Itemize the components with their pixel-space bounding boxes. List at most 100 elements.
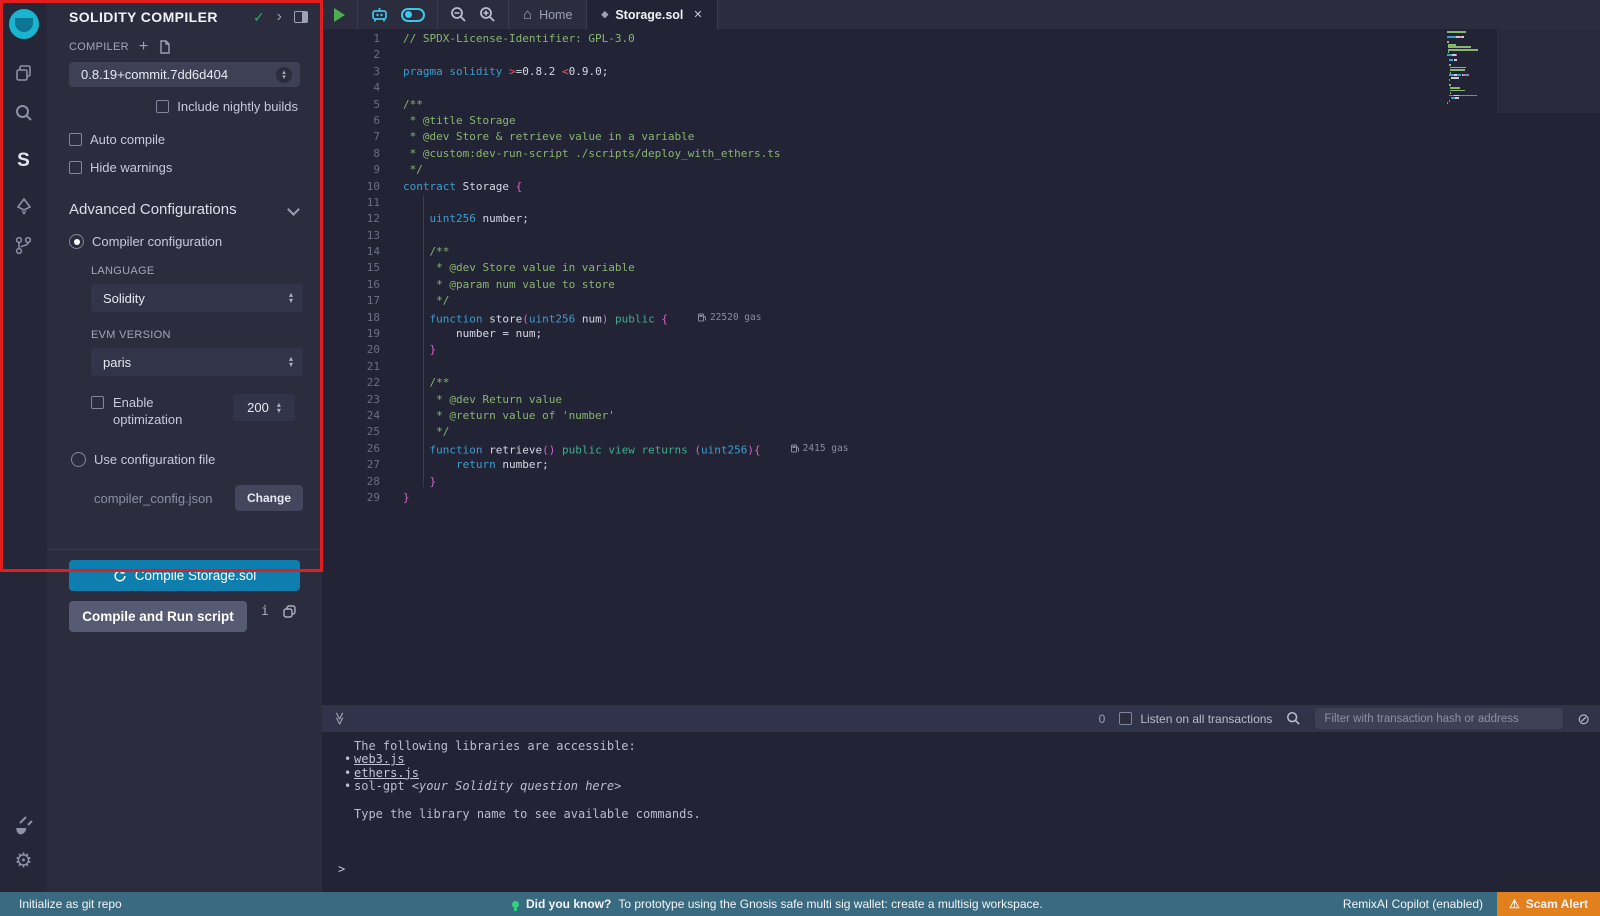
code-line[interactable]: 23 * @dev Return value: [322, 392, 1600, 408]
zoom-out-icon[interactable]: [450, 6, 467, 23]
copilot-robot-icon[interactable]: [370, 6, 389, 23]
search-icon[interactable]: [0, 93, 47, 133]
expand-terminal-icon[interactable]: ≫: [331, 712, 346, 726]
copilot-status[interactable]: RemixAI Copilot (enabled): [1343, 897, 1483, 911]
code-line[interactable]: 11: [322, 195, 1600, 211]
hide-warnings-label: Hide warnings: [90, 160, 172, 175]
chevron-right-icon[interactable]: ›: [277, 8, 282, 26]
close-tab-icon[interactable]: ✕: [693, 8, 702, 21]
block-icon[interactable]: ⊘: [1577, 710, 1590, 728]
init-git-repo-button[interactable]: Initialize as git repo: [0, 897, 122, 911]
run-script-button[interactable]: [322, 0, 358, 29]
language-select[interactable]: Solidity ▴▾: [91, 284, 303, 312]
code-line[interactable]: 17 */: [322, 293, 1600, 309]
search-transactions-icon[interactable]: [1286, 711, 1301, 726]
terminal-output[interactable]: The following libraries are accessible: …: [322, 732, 1600, 892]
tip-bold: Did you know?: [526, 897, 611, 911]
remix-logo-icon[interactable]: [9, 9, 39, 39]
code-line[interactable]: 25 */: [322, 424, 1600, 440]
evm-version-value: paris: [103, 355, 289, 370]
code-line[interactable]: 24 * @return value of 'number': [322, 408, 1600, 424]
copilot-toggle[interactable]: [401, 8, 425, 22]
code-line[interactable]: 4: [322, 80, 1600, 96]
scam-alert-button[interactable]: ⚠ Scam Alert: [1497, 892, 1600, 916]
status-bar: Initialize as git repo Did you know? To …: [0, 892, 1600, 916]
info-icon[interactable]: i: [261, 604, 269, 619]
compile-button[interactable]: Compile Storage.sol: [69, 560, 300, 591]
code-line[interactable]: 19 number = num;: [322, 326, 1600, 342]
change-config-button[interactable]: Change: [235, 485, 303, 511]
code-line[interactable]: 6 * @title Storage: [322, 113, 1600, 129]
optimization-runs-input[interactable]: 200 ▴▾: [233, 394, 295, 421]
line-number: 10: [322, 179, 380, 195]
evm-version-select[interactable]: paris ▴▾: [91, 348, 303, 376]
terminal-library-item[interactable]: ethers.js: [338, 767, 1600, 780]
select-caret-icon: ▴▾: [276, 67, 292, 83]
git-icon[interactable]: [0, 225, 47, 265]
pin-panel-icon[interactable]: [294, 11, 308, 23]
code-line[interactable]: 1// SPDX-License-Identifier: GPL-3.0: [322, 31, 1600, 47]
code-line[interactable]: 10contract Storage {: [322, 179, 1600, 195]
code-lines: 1// SPDX-License-Identifier: GPL-3.023pr…: [322, 29, 1600, 506]
main-area: ⌂ Home ◆ Storage.sol ✕ 1// SPDX-License-…: [322, 0, 1600, 892]
enable-optimization-label: Enable optimization: [113, 394, 205, 428]
active-plugin-indicator: [0, 144, 3, 178]
code-line[interactable]: 9 */: [322, 162, 1600, 178]
enable-optimization-checkbox[interactable]: [91, 396, 104, 409]
evm-version-label: EVM VERSION: [91, 329, 322, 341]
code-line[interactable]: 16 * @param num value to store: [322, 277, 1600, 293]
compiler-version-select[interactable]: 0.8.19+commit.7dd6d404 ▴▾: [69, 62, 300, 87]
code-line[interactable]: 27 return number;: [322, 457, 1600, 473]
settings-gear-icon[interactable]: ⚙: [0, 840, 47, 880]
code-line[interactable]: 28 }: [322, 474, 1600, 490]
config-file-name[interactable]: compiler_config.json: [94, 491, 235, 506]
code-line[interactable]: 7 * @dev Store & retrieve value in a var…: [322, 129, 1600, 145]
filter-transactions-input[interactable]: [1315, 708, 1563, 729]
code-line[interactable]: 14 /**: [322, 244, 1600, 260]
open-file-icon[interactable]: [158, 40, 172, 54]
line-number: 8: [322, 146, 380, 162]
tab-storage-sol[interactable]: ◆ Storage.sol ✕: [587, 0, 717, 29]
file-explorer-icon[interactable]: [0, 53, 47, 93]
code-line[interactable]: 2: [322, 47, 1600, 63]
terminal-prompt[interactable]: >: [338, 863, 345, 876]
code-line[interactable]: 13: [322, 228, 1600, 244]
code-line[interactable]: 3pragma solidity >=0.8.2 <0.9.0;: [322, 64, 1600, 80]
plugin-manager-icon[interactable]: [0, 805, 47, 845]
optimization-runs-value: 200: [247, 400, 269, 415]
line-number: 4: [322, 80, 380, 96]
minimap-slider[interactable]: [1497, 29, 1600, 113]
add-compiler-icon[interactable]: +: [139, 42, 148, 52]
code-line[interactable]: 18 function store(uint256 num) public {2…: [322, 310, 1600, 326]
code-line[interactable]: 8 * @custom:dev-run-script ./scripts/dep…: [322, 146, 1600, 162]
code-line[interactable]: 12 uint256 number;: [322, 211, 1600, 227]
zoom-in-icon[interactable]: [479, 6, 496, 23]
line-number: 29: [322, 490, 380, 506]
code-line[interactable]: 22 /**: [322, 375, 1600, 391]
code-line[interactable]: 26 function retrieve() public view retur…: [322, 441, 1600, 457]
hide-warnings-checkbox[interactable]: [69, 161, 82, 174]
copy-icon[interactable]: [283, 605, 296, 618]
auto-compile-checkbox[interactable]: [69, 133, 82, 146]
tab-home[interactable]: ⌂ Home: [509, 0, 587, 29]
compiler-config-radio[interactable]: [69, 234, 84, 249]
code-line[interactable]: 15 * @dev Store value in variable: [322, 260, 1600, 276]
nightly-builds-checkbox[interactable]: [156, 100, 169, 113]
advanced-config-title[interactable]: Advanced Configurations: [69, 201, 289, 218]
terminal-library-item[interactable]: web3.js: [338, 753, 1600, 766]
line-number: 14: [322, 244, 380, 260]
solidity-compiler-icon[interactable]: S: [0, 141, 47, 181]
code-line[interactable]: 21: [322, 359, 1600, 375]
chevron-down-icon[interactable]: [287, 203, 300, 216]
code-line[interactable]: 20 }: [322, 342, 1600, 358]
stepper-arrows-icon[interactable]: ▴▾: [277, 402, 281, 414]
code-line[interactable]: 29}: [322, 490, 1600, 506]
terminal-toolbar: ≫ 0 Listen on all transactions ⊘: [322, 705, 1600, 732]
deploy-run-icon[interactable]: [0, 187, 47, 227]
tip-text: To prototype using the Gnosis safe multi…: [618, 897, 1042, 911]
code-line[interactable]: 5/**: [322, 97, 1600, 113]
use-config-file-radio[interactable]: [71, 452, 86, 467]
listen-transactions-checkbox[interactable]: [1119, 712, 1132, 725]
code-editor[interactable]: 1// SPDX-License-Identifier: GPL-3.023pr…: [322, 29, 1600, 703]
compile-and-run-button[interactable]: Compile and Run script: [69, 601, 247, 632]
